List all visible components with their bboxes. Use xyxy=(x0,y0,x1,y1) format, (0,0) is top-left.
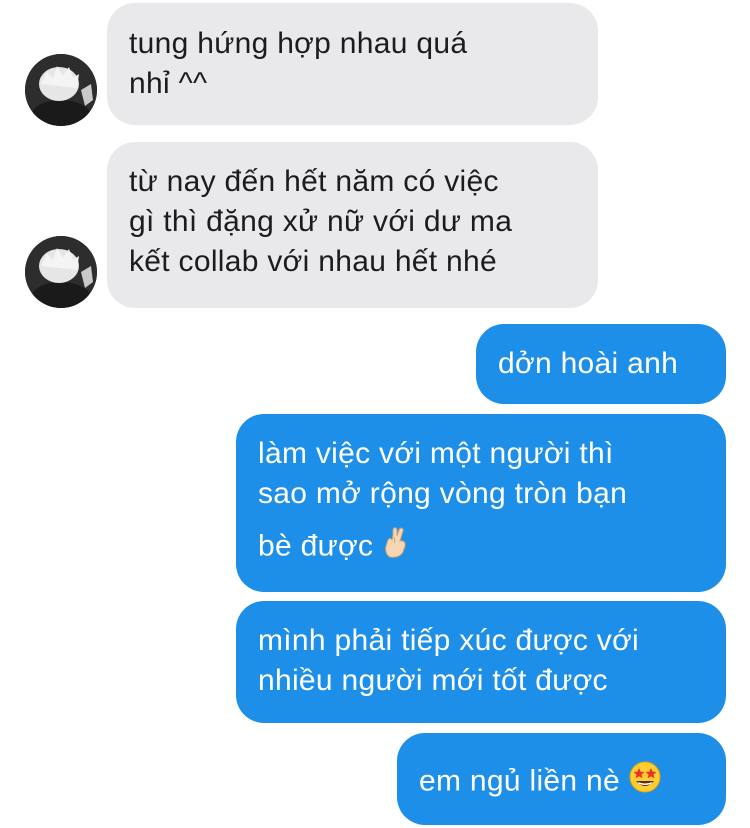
message-text-line: mình phải tiếp xúc được với xyxy=(258,624,640,657)
avatar[interactable] xyxy=(25,236,97,308)
message-text-line: từ nay đến hết năm có việc xyxy=(129,165,499,198)
message-text-line: kết collab với nhau hết nhé xyxy=(129,245,498,278)
message-text-line: làm việc với một người thì xyxy=(258,437,614,470)
user-avatar-icon xyxy=(25,54,97,126)
message-text-line: sao mở rộng vòng tròn bạn xyxy=(258,477,628,510)
message-bubble-incoming[interactable]: từ nay đến hết năm có việc gì thì đặng x… xyxy=(107,142,598,308)
message-text-line: dởn hoài anh xyxy=(498,347,679,380)
message-text-line: tung hứng hợp nhau quá xyxy=(129,27,468,60)
user-avatar-icon xyxy=(25,236,97,308)
message-text-line-with-emoji: bè được xyxy=(258,526,704,569)
message-text-line: gì thì đặng xử nữ với dư ma xyxy=(129,205,513,238)
message-bubble-outgoing[interactable]: làm việc với một người thì sao mở rộng v… xyxy=(236,414,726,592)
message-text-line: nhỉ ^^ xyxy=(129,67,208,100)
message-bubble-outgoing[interactable]: mình phải tiếp xúc được với nhiều người … xyxy=(236,601,726,723)
message-text: bè được xyxy=(258,529,374,563)
message-bubble-outgoing[interactable]: dởn hoài anh xyxy=(476,324,726,404)
message-bubble-outgoing[interactable]: em ngủ liền nè xyxy=(397,733,726,825)
message-text-line-with-emoji: em ngủ liền nè xyxy=(419,760,704,805)
star-struck-emoji-icon xyxy=(628,760,662,805)
message-bubble-incoming[interactable]: tung hứng hợp nhau quá nhỉ ^^ xyxy=(107,3,598,125)
message-text: em ngủ liền nè xyxy=(419,764,621,798)
crossed-fingers-emoji-icon xyxy=(381,526,411,569)
message-text-line: nhiều người mới tốt được xyxy=(258,664,608,697)
avatar[interactable] xyxy=(25,54,97,126)
